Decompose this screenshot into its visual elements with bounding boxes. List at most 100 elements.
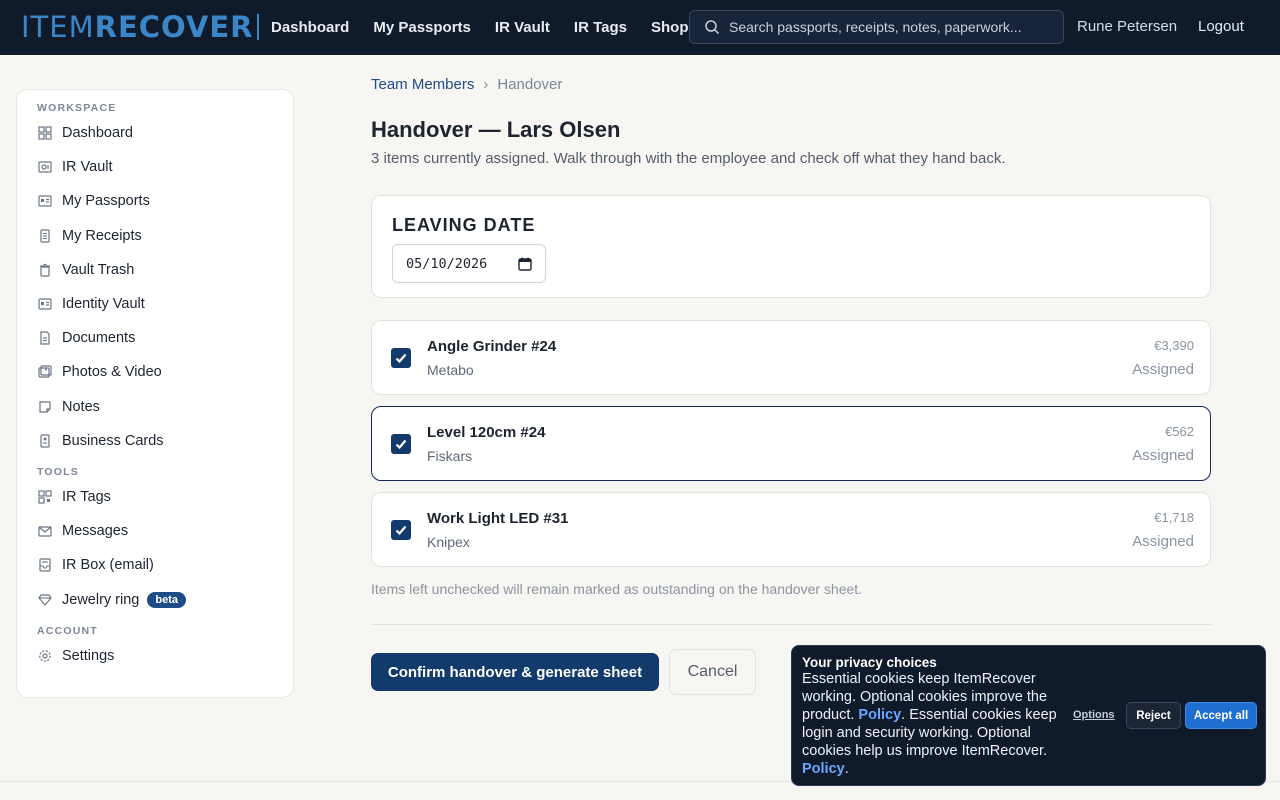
item-brand: Metabo [427,362,474,378]
cookie-text: Essential cookies keep ItemRecover worki… [802,670,1057,778]
mail-icon [38,524,52,538]
item-price: €1,718 [1154,510,1194,525]
item-price: €562 [1165,424,1194,439]
handover-item-card[interactable]: Work Light LED #31 Knipex €1,718 Assigne… [371,492,1211,567]
checkmark-icon [395,353,407,364]
itemrecover-logo[interactable]: ITEM RECOVER [21,10,259,44]
sidebar-item-photos-video[interactable]: Photos & Video [17,355,293,389]
global-search[interactable] [689,10,1064,44]
sidebar-item-identity-vault[interactable]: Identity Vault [17,287,293,321]
sidebar-item-my-receipts[interactable]: My Receipts [17,219,293,253]
sidebar-item-label: Jewelry ring [62,591,140,608]
sidebar-item-label: Dashboard [62,125,133,142]
logo-bar [256,14,259,40]
sidebar-item-label: IR Box (email) [62,557,154,574]
cookie-title: Your privacy choices [802,655,937,670]
calendar-icon[interactable] [518,257,532,271]
user-name[interactable]: Rune Petersen [1077,18,1177,35]
business-card-icon [38,434,52,448]
item-name: Angle Grinder #24 [427,338,557,355]
sidebar-item-settings[interactable]: Settings [17,639,293,673]
sidebar-item-label: My Receipts [62,227,142,244]
item-brand: Fiskars [427,448,473,464]
sidebar-item-label: Photos & Video [62,364,162,381]
cookie-options-link[interactable]: Options [1073,709,1115,721]
sidebar-item-label: Notes [62,398,100,415]
checkmark-icon [395,439,407,450]
nav-ir-vault[interactable]: IR Vault [495,19,550,36]
passport-icon [38,194,52,208]
sidebar-item-label: Identity Vault [62,296,145,313]
cookie-policy-link[interactable]: Policy [802,761,845,777]
page-title: Handover — Lars Olsen [371,117,621,142]
nav-ir-tags[interactable]: IR Tags [574,19,627,36]
logo-text-item: ITEM [21,10,95,44]
leaving-date-card: LEAVING DATE [371,195,1211,298]
document-icon [38,331,52,345]
breadcrumb: Team Members › Handover [371,76,562,93]
divider [371,624,1211,625]
page-subtitle: 3 items currently assigned. Walk through… [371,150,1006,167]
item-status: Assigned [1132,361,1194,378]
note-icon [38,400,52,414]
trash-icon [38,263,52,277]
sidebar-item-notes[interactable]: Notes [17,390,293,424]
cookie-text-part3: . [844,761,849,777]
item-checkbox[interactable] [391,348,411,368]
sidebar-section-workspace: WORKSPACE [37,102,117,114]
diamond-icon [38,593,52,607]
item-price: €3,390 [1154,338,1194,353]
nav-my-passports[interactable]: My Passports [373,19,471,36]
sidebar-item-ir-tags[interactable]: IR Tags [17,480,293,514]
breadcrumb-current: Handover [497,76,563,93]
sidebar-item-label: IR Vault [62,159,113,176]
sidebar-item-my-passports[interactable]: My Passports [17,184,293,218]
confirm-handover-button[interactable]: Confirm handover & generate sheet [371,653,659,691]
item-checkbox[interactable] [391,434,411,454]
cookie-banner: Your privacy choices Essential cookies k… [791,645,1266,786]
nav-dashboard[interactable]: Dashboard [271,19,349,36]
beta-badge: beta [147,591,186,608]
id-card-icon [38,297,52,311]
item-name: Work Light LED #31 [427,510,569,527]
inbox-icon [38,558,52,572]
sidebar-item-label: Settings [62,647,115,664]
search-icon [705,20,720,35]
search-input[interactable] [729,19,1049,35]
logout-link[interactable]: Logout [1198,18,1244,35]
cookie-policy-link[interactable]: Policy [858,707,901,723]
receipt-icon [38,229,52,243]
breadcrumb-team-members[interactable]: Team Members [371,76,474,93]
qr-icon [38,490,52,504]
checkmark-icon [395,525,407,536]
gear-icon [38,649,52,663]
sidebar-item-vault-trash[interactable]: Vault Trash [17,253,293,287]
sidebar-item-jewelry-ring[interactable]: Jewelry ring beta [17,582,293,616]
photos-icon [38,365,52,379]
vault-icon [38,160,52,174]
sidebar-item-label: My Passports [62,193,150,210]
sidebar-item-messages[interactable]: Messages [17,514,293,548]
sidebar-item-business-cards[interactable]: Business Cards [17,424,293,458]
cookie-accept-all-button[interactable]: Accept all [1185,702,1257,729]
cookie-reject-button[interactable]: Reject [1126,702,1181,729]
nav-shop[interactable]: Shop [651,19,689,36]
handover-item-card[interactable]: Angle Grinder #24 Metabo €3,390 Assigned [371,320,1211,395]
sidebar-item-dashboard[interactable]: Dashboard [17,116,293,150]
sidebar-item-documents[interactable]: Documents [17,321,293,355]
logo-text-recover: RECOVER [94,10,254,44]
main-nav: Dashboard My Passports IR Vault IR Tags … [271,0,713,55]
item-brand: Knipex [427,534,470,550]
handover-item-card[interactable]: Level 120cm #24 Fiskars €562 Assigned [371,406,1211,481]
sidebar-item-ir-box-email[interactable]: IR Box (email) [17,548,293,582]
sidebar-item-label: Business Cards [62,432,164,449]
cancel-button[interactable]: Cancel [669,649,756,695]
item-checkbox[interactable] [391,520,411,540]
sidebar-section-tools: TOOLS [37,465,79,478]
sidebar-item-label: Vault Trash [62,261,135,278]
top-navigation: ITEM RECOVER Dashboard My Passports IR Va… [0,0,1280,55]
sidebar-item-label: Documents [62,330,136,347]
breadcrumb-separator: › [483,76,489,93]
item-status: Assigned [1132,533,1194,550]
sidebar-item-ir-vault[interactable]: IR Vault [17,150,293,184]
